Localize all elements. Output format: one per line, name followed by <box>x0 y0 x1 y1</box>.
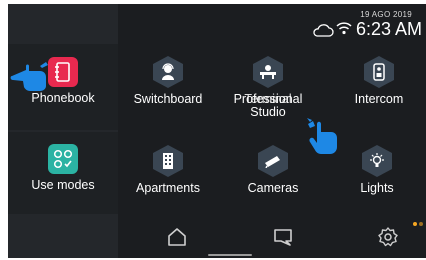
time-label: 6:23 AM <box>355 19 422 39</box>
use-modes-label: Use modes <box>31 178 95 192</box>
terminal-overlap-label: Terminal <box>244 92 292 106</box>
intercom-icon <box>364 56 394 88</box>
page-dot <box>419 222 423 226</box>
gear-icon[interactable] <box>377 226 399 248</box>
tile-intercom[interactable]: Intercom <box>329 56 426 106</box>
cameras-label: Cameras <box>247 181 299 195</box>
lights-label: Lights <box>360 181 394 195</box>
studio-label: Studio <box>250 105 286 119</box>
apartments-label: Apartments <box>136 181 200 195</box>
lightbulb-icon <box>362 145 392 177</box>
tile-professional-studio[interactable]: Professional Terminal Studio <box>218 56 318 119</box>
use-modes-icon <box>48 144 78 174</box>
tile-switchboard[interactable]: Switchboard <box>118 56 218 106</box>
tile-lights[interactable]: Lights <box>327 145 426 195</box>
tile-apartments[interactable]: Apartments <box>118 145 218 195</box>
page-dots <box>411 213 423 231</box>
chat-icon[interactable] <box>272 226 294 248</box>
home-indicator-bar[interactable] <box>208 254 252 256</box>
date-label: 19 AGO 2019 <box>360 10 412 19</box>
tile-use-modes[interactable]: Use modes <box>13 144 113 192</box>
camera-icon <box>258 145 288 177</box>
switchboard-icon <box>153 56 183 88</box>
desk-icon <box>253 56 283 88</box>
intercom-screen: 19 AGO 2019 6:23 AM Phonebook Switchboar… <box>8 4 426 258</box>
switchboard-label: Switchboard <box>133 92 203 106</box>
building-icon <box>153 145 183 177</box>
phonebook-icon <box>48 57 78 87</box>
pointing-hand-icon <box>10 62 48 91</box>
bottom-dock <box>118 214 426 258</box>
intercom-label: Intercom <box>354 92 404 106</box>
wifi-icon <box>336 22 352 35</box>
pointing-hand-icon <box>307 118 337 154</box>
page-dot <box>413 222 417 226</box>
cloud-icon <box>313 24 334 37</box>
status-bar: 19 AGO 2019 6:23 AM <box>302 8 422 42</box>
left-column <box>8 4 118 258</box>
home-icon[interactable] <box>166 226 188 248</box>
